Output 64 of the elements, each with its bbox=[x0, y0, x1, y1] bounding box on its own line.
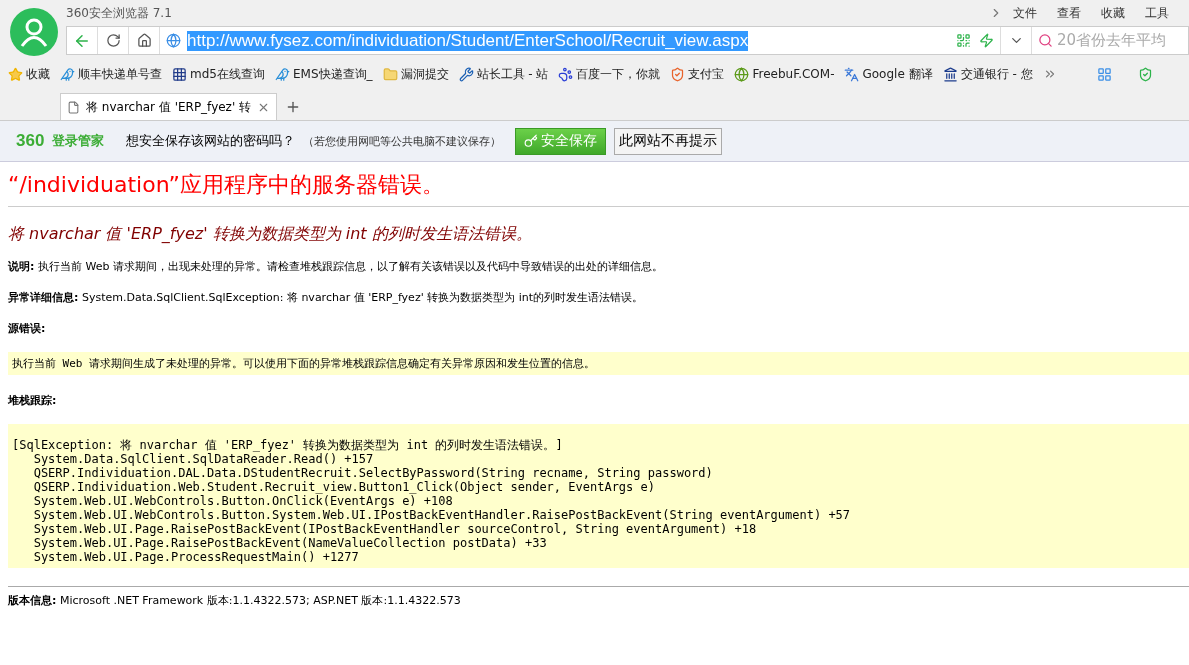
bookmark-item[interactable]: 站长工具 - 站 bbox=[458, 65, 549, 83]
version-label: 版本信息: bbox=[8, 594, 57, 607]
bookmark-item[interactable]: 顺丰快递单号查 bbox=[60, 65, 162, 83]
dismiss-button[interactable]: 此网站不再提示 bbox=[614, 127, 723, 155]
source-error-text: 执行当前 Web 请求期间生成了未处理的异常。可以使用下面的异常堆栈跟踪信息确定有关异常原因和发生位置的信息。 bbox=[8, 352, 1189, 375]
version-text: Microsoft .NET Framework 版本:1.1.4322.573; ASP.NET 版本:1.1.4322.573 bbox=[59, 594, 461, 607]
stack-trace-line: [SqlException: 将 nvarchar 值 'ERP_fyez' 转换为数据类型为 int 的列时发生语法错误。] bbox=[12, 438, 564, 452]
folder-icon bbox=[382, 66, 398, 82]
bookmark-item[interactable]: 收藏 bbox=[8, 65, 50, 83]
star-icon bbox=[8, 66, 23, 82]
window-title: 360安全浏览器 7.1 bbox=[66, 4, 173, 22]
menu-item[interactable]: 文件 bbox=[1013, 4, 1037, 22]
bird-icon bbox=[60, 66, 75, 82]
error-title: 将 nvarchar 值 'ERP_fyez' 转换为数据类型为 int 的列时发生语法错误。 bbox=[8, 224, 533, 245]
menu-item[interactable]: 工具 bbox=[1145, 4, 1169, 22]
stack-trace-line: System.Web.UI.Page.ProcessRequestMain() +1277 bbox=[32, 550, 360, 564]
translate-icon bbox=[844, 66, 860, 82]
bookmark-item[interactable]: 漏洞提交 bbox=[382, 65, 449, 83]
menu-item[interactable]: 查看 bbox=[1057, 4, 1081, 22]
details-label: 异常详细信息: bbox=[8, 291, 79, 304]
bookmark-item[interactable]: Google 翻译 bbox=[844, 65, 933, 83]
bank-icon bbox=[942, 66, 958, 82]
source-label: 源错误: bbox=[8, 322, 46, 335]
bookmark-item[interactable]: md5在线查询 bbox=[172, 65, 265, 83]
stack-trace-line: QSERP.Individuation.Web.Student.Recruit_view.Button1_Click(Object sender, EventArgs e) bbox=[32, 480, 656, 494]
wrench-icon bbox=[458, 66, 474, 82]
stack-label: 堆栈跟踪: bbox=[8, 394, 57, 407]
bookmark-item[interactable]: 交通银行 - 您 bbox=[942, 65, 1033, 83]
stack-trace-line: System.Web.UI.Page.RaisePostBackEvent(NameValueCollection postData) +33 bbox=[32, 536, 548, 550]
globe-icon bbox=[166, 33, 181, 48]
reload-icon bbox=[105, 33, 121, 48]
grid-icon bbox=[172, 66, 187, 82]
description-text: 执行当前 Web 请求期间，出现未处理的异常。请检查堆栈跟踪信息，以了解有关该错误以及代码中导致错误的出处的详细信息。 bbox=[37, 260, 663, 273]
stack-trace-line: System.Data.SqlClient.SqlDataReader.Read() +157 bbox=[32, 452, 375, 466]
stack-trace-line: System.Web.UI.WebControls.Button.OnClick(EventArgs e) +108 bbox=[32, 494, 454, 508]
search-icon bbox=[1038, 33, 1053, 48]
save-password-note: （若您使用网吧等公共电脑不建议保存） bbox=[303, 133, 502, 149]
description-label: 说明: bbox=[8, 260, 35, 273]
apps-icon[interactable] bbox=[1096, 66, 1112, 82]
page-heading: “/individuation”应用程序中的服务器错误。 bbox=[8, 170, 1189, 207]
stack-trace-line: QSERP.Individuation.DAL.Data.DStudentRecruit.SelectByPassword(String recname, String password) bbox=[32, 466, 714, 480]
shield-icon bbox=[670, 66, 686, 82]
stack-trace-line: System.Web.UI.Page.RaisePostBackEvent(IPostBackEventHandler sourceControl, String eventArgument) +18 bbox=[32, 522, 758, 536]
bird-icon bbox=[274, 66, 290, 82]
user-avatar[interactable] bbox=[10, 8, 58, 56]
shield-icon[interactable] bbox=[1137, 66, 1153, 82]
browser-tab[interactable]: 将 nvarchar 值 'ERP_fyez' 转 bbox=[60, 93, 278, 120]
key-icon bbox=[524, 134, 539, 148]
home-icon bbox=[136, 33, 152, 48]
page-icon bbox=[67, 100, 80, 114]
brand-label: 登录管家 bbox=[52, 132, 105, 150]
lightning-icon[interactable] bbox=[979, 33, 994, 48]
details-text: System.Data.SqlClient.SqlException: 将 nvarchar 值 'ERP_fyez' 转换为数据类型为 int的列时发生语法错误。 bbox=[81, 291, 644, 304]
save-password-question: 想安全保存该网站的密码吗？ bbox=[126, 132, 296, 150]
globe-icon bbox=[734, 66, 750, 82]
bookmark-item[interactable]: 支付宝 bbox=[670, 65, 725, 83]
paw-icon bbox=[558, 66, 574, 82]
bookmark-item[interactable]: 百度一下，你就 bbox=[558, 65, 661, 83]
qr-code-icon[interactable] bbox=[956, 33, 971, 48]
bookmark-item[interactable]: EMS快递查询_ bbox=[274, 65, 373, 83]
stack-trace-line: System.Web.UI.WebControls.Button.System.Web.UI.IPostBackEventHandler.RaisePostBackEvent(String eventArgument) +57 bbox=[32, 508, 852, 522]
brand-logo: 360 bbox=[16, 131, 45, 151]
bookmark-item[interactable]: FreebuF.COM- bbox=[734, 66, 835, 82]
menu-item[interactable]: 收藏 bbox=[1101, 4, 1125, 22]
